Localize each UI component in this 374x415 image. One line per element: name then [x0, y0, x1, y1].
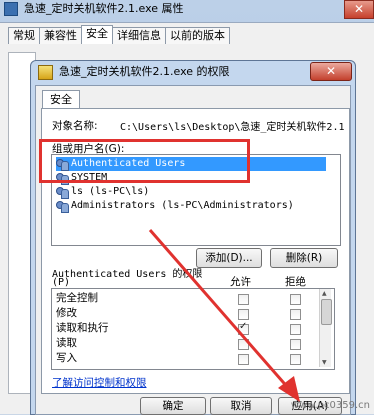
user-name: ls (ls-PC\ls)	[71, 186, 150, 197]
deny-checkbox[interactable]	[290, 324, 301, 335]
user-name: Administrators (ls-PC\Administrators)	[71, 200, 294, 211]
ok-button[interactable]: 确定	[140, 397, 206, 415]
object-name-value: C:\Users\ls\Desktop\急速_定时关机软件2.1	[120, 122, 345, 133]
allow-checkbox[interactable]	[238, 339, 249, 350]
tab-general[interactable]: 常规	[8, 27, 40, 44]
scroll-down-icon[interactable]: ▼	[322, 359, 327, 366]
perm-name: 读取和执行	[56, 322, 109, 334]
perm-name: 写入	[56, 352, 77, 364]
permissions-title-text: 急速_定时关机软件2.1.exe 的权限	[59, 65, 230, 78]
tab-security[interactable]: 安全	[81, 25, 113, 44]
permission-scrollbar[interactable]: ▲ ▼	[319, 289, 332, 367]
deny-label: 拒绝	[285, 276, 306, 288]
perm-name: 修改	[56, 307, 77, 319]
remove-button[interactable]: 删除(R)	[270, 248, 338, 268]
permission-header-p: (P)	[52, 277, 71, 288]
properties-close-button[interactable]: ✕	[344, 0, 374, 19]
file-icon	[4, 2, 18, 16]
object-name-label: 对象名称:	[52, 120, 98, 132]
user-icon	[56, 186, 69, 199]
properties-tabs: 常规 兼容性 安全 详细信息 以前的版本	[8, 25, 230, 44]
deny-checkbox[interactable]	[290, 339, 301, 350]
scroll-up-icon[interactable]: ▲	[322, 290, 327, 297]
perm-name: 完全控制	[56, 292, 98, 304]
learn-access-control-link[interactable]: 了解访问控制和权限	[52, 375, 147, 390]
deny-checkbox[interactable]	[290, 354, 301, 365]
allow-checkbox[interactable]	[238, 354, 249, 365]
deny-checkbox[interactable]	[290, 294, 301, 305]
cancel-button[interactable]: 取消	[210, 397, 272, 415]
perm-name: 读取	[56, 337, 77, 349]
permissions-close-button[interactable]: ✕	[310, 62, 352, 81]
tab-details[interactable]: 详细信息	[112, 27, 166, 44]
permission-header: Authenticated Users 的权限	[52, 269, 203, 280]
permissions-dialog-title: 急速_定时关机软件2.1.exe 的权限	[38, 64, 230, 80]
list-item[interactable]: ls (ls-PC\ls)	[56, 185, 149, 199]
tab-previous-versions[interactable]: 以前的版本	[165, 27, 230, 44]
allow-checkbox[interactable]	[238, 309, 249, 320]
properties-title-text: 急速_定时关机软件2.1.exe 属性	[24, 2, 184, 15]
properties-window-title: 急速_定时关机软件2.1.exe 属性	[4, 0, 184, 18]
allow-checkbox[interactable]	[238, 294, 249, 305]
deny-checkbox[interactable]	[290, 309, 301, 320]
tab-security-perm[interactable]: 安全	[42, 90, 80, 109]
watermark-text: www.pc0359.cn	[290, 400, 370, 411]
highlight-box	[39, 139, 250, 183]
add-button[interactable]: 添加(D)...	[196, 248, 262, 268]
tab-compatibility[interactable]: 兼容性	[39, 27, 82, 44]
user-group-icon	[56, 200, 69, 213]
list-item[interactable]: Administrators (ls-PC\Administrators)	[56, 199, 294, 213]
scroll-thumb[interactable]	[321, 299, 332, 325]
permission-list: 完全控制 修改 读取和执行 读取 写入	[51, 288, 335, 370]
folder-icon	[38, 64, 53, 80]
allow-label: 允许	[230, 276, 251, 288]
allow-checkbox[interactable]	[238, 321, 249, 335]
